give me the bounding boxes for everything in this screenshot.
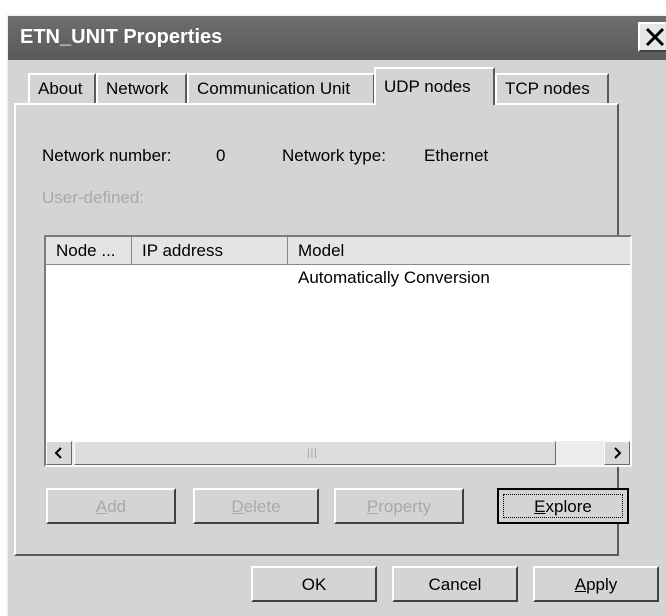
user-defined-label: User-defined:	[42, 188, 145, 207]
network-type-label: Network type:	[282, 146, 386, 165]
add-button[interactable]: Add	[46, 488, 176, 524]
tab-tcp-nodes[interactable]: TCP nodes	[495, 73, 609, 103]
chevron-right-icon	[614, 447, 622, 459]
tab-tcp-nodes-label: TCP nodes	[505, 79, 590, 98]
tab-about-label: About	[38, 79, 83, 98]
apply-button[interactable]: Apply	[533, 566, 659, 602]
delete-button-label: elete	[243, 497, 281, 516]
scroll-thumb[interactable]: |||	[74, 441, 556, 465]
close-icon	[645, 27, 665, 47]
property-button-label: roperty	[378, 497, 432, 516]
network-type-value: Ethernet	[424, 146, 489, 165]
tab-network-label: Network	[106, 79, 169, 98]
explore-button[interactable]: Explore	[497, 488, 629, 524]
horizontal-scrollbar[interactable]: |||	[46, 441, 630, 465]
window-title: ETN_UNIT Properties	[20, 26, 223, 48]
apply-button-accel: A	[574, 575, 587, 594]
grip-icon: |||	[307, 448, 318, 459]
tab-udp-nodes[interactable]: UDP nodes	[374, 67, 495, 105]
column-header-ip-address[interactable]: IP address	[132, 237, 288, 265]
network-number-value: 0	[216, 146, 226, 165]
column-header-node[interactable]: Node ...	[46, 237, 132, 265]
row-model-cell: Automatically Conversion	[298, 268, 490, 287]
cancel-button[interactable]: Cancel	[392, 566, 518, 602]
tab-network[interactable]: Network	[96, 73, 187, 103]
column-header-model[interactable]: Model	[288, 237, 630, 265]
tab-communication-unit[interactable]: Communication Unit	[187, 73, 375, 103]
scroll-right-button[interactable]	[604, 441, 630, 465]
udp-nodes-list[interactable]: Node ... IP address Model Automatically …	[44, 235, 632, 467]
delete-button[interactable]: Delete	[193, 488, 319, 524]
ok-button[interactable]: OK	[251, 566, 377, 602]
network-number-label: Network number:	[42, 146, 172, 165]
property-button-accel: P	[366, 497, 379, 516]
add-button-accel: A	[95, 497, 108, 516]
tab-about[interactable]: About	[28, 73, 96, 103]
tab-communication-unit-label: Communication Unit	[197, 79, 351, 98]
close-button[interactable]	[638, 22, 666, 52]
scroll-left-button[interactable]	[46, 441, 72, 465]
tab-udp-nodes-label: UDP nodes	[384, 77, 471, 96]
add-button-label: dd	[107, 497, 127, 516]
property-button[interactable]: Property	[334, 488, 464, 524]
focus-rectangle	[503, 494, 623, 518]
delete-button-accel: D	[231, 497, 244, 516]
apply-button-label: pply	[586, 575, 618, 594]
chevron-left-icon	[54, 447, 62, 459]
title-bar[interactable]: ETN_UNIT Properties	[8, 16, 666, 60]
